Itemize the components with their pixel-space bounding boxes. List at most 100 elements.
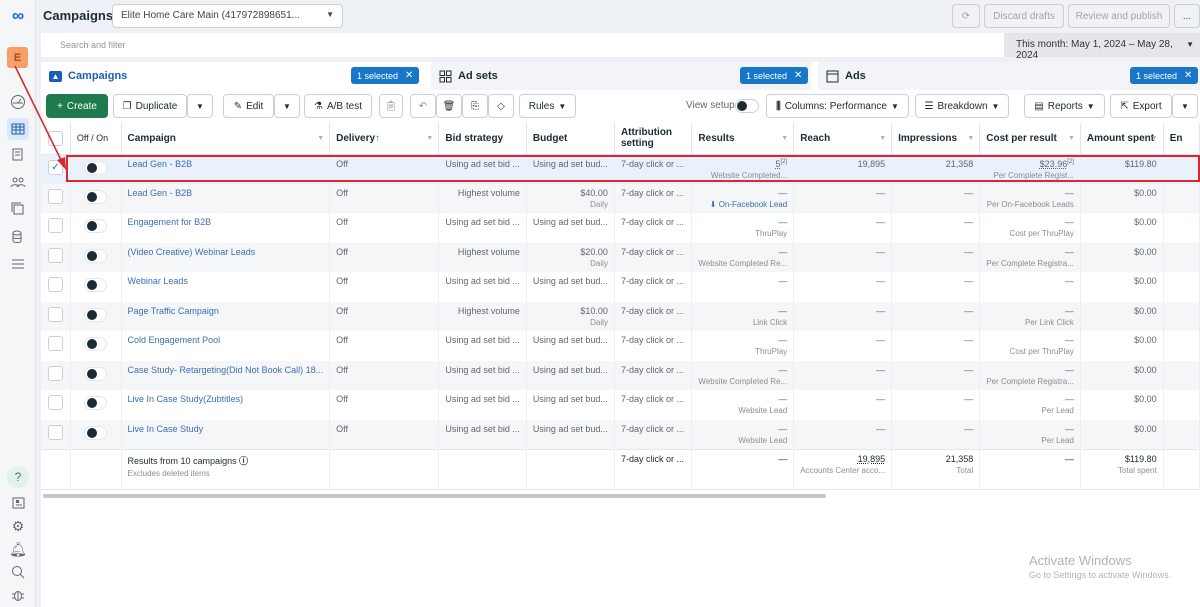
row-checkbox[interactable] [47,188,63,204]
header-amount-spent[interactable]: Amount spent ▼ [1080,123,1164,155]
campaign-toggle[interactable] [84,425,108,440]
on-off-cell[interactable] [70,213,122,243]
header-ends[interactable]: En [1163,123,1200,155]
edit-dropdown-button[interactable]: ▼ [274,94,300,118]
campaign-toggle[interactable] [84,189,108,204]
settings-gear-icon[interactable]: ⚙ [7,515,29,537]
on-off-cell[interactable] [70,154,122,184]
campaign-name-cell[interactable]: Webinar Leads [121,272,331,302]
account-avatar[interactable]: E [7,47,28,68]
campaign-name-cell[interactable]: Lead Gen - B2B [121,154,331,184]
notifications-bell-icon[interactable]: 🔔︎ [7,538,29,560]
creative-library-icon[interactable] [7,198,29,220]
campaign-name-cell[interactable]: (Video Creative) Webinar Leads [121,242,331,272]
news-icon[interactable] [7,492,29,514]
undo-button[interactable]: ↶ [410,94,436,118]
table-row[interactable]: Cold Engagement Pool Off Using ad set bid … [41,331,1200,361]
sort-icon[interactable]: ▼ [1151,135,1158,142]
table-row[interactable]: Engagement for B2B Off Using ad set bid ..… [41,213,1200,243]
search-filter-input[interactable]: Search and filter [41,33,1004,57]
row-checkbox[interactable] [47,336,63,351]
table-row[interactable]: Live In Case Study(Zubtitles) Off Using ad… [41,390,1200,420]
table-row[interactable]: Webinar Leads Off Using ad set bid ... Usin… [41,272,1200,302]
refresh-button[interactable]: ⟳ [952,4,980,28]
discard-drafts-button[interactable]: Discard drafts [984,4,1064,28]
meta-logo-icon[interactable]: ∞ [7,5,29,27]
campaign-name-cell[interactable]: Page Traffic Campaign [121,301,331,331]
delete-button[interactable]: 🗑︎ [436,94,462,118]
on-off-cell[interactable] [70,183,122,213]
row-checkbox-cell[interactable] [41,360,71,390]
campaign-toggle[interactable] [84,307,108,322]
more-options-button[interactable]: ... [1174,4,1200,28]
campaign-name-link[interactable]: Lead Gen - B2B [128,159,193,169]
help-icon[interactable]: ? [7,466,29,488]
on-off-cell[interactable] [70,419,122,449]
tab-ad-sets[interactable]: Ad sets 1 selected ✕ [431,62,811,90]
on-off-cell[interactable] [70,390,122,420]
row-checkbox-cell[interactable] [41,331,71,361]
campaign-name-link[interactable]: Page Traffic Campaign [128,306,219,316]
audiences-icon[interactable] [7,171,29,193]
campaign-toggle[interactable] [84,278,108,292]
report-bug-icon[interactable] [7,584,29,606]
date-range-picker[interactable]: This month: May 1, 2024 – May 28, 2024 ▼ [1004,33,1200,61]
table-row[interactable]: (Video Creative) Webinar Leads Off Highest… [41,242,1200,272]
menu-icon[interactable] [7,253,29,275]
edit-button[interactable]: ✎ Edit [223,94,274,118]
on-off-cell[interactable] [70,331,122,361]
row-checkbox[interactable] [47,365,63,381]
row-checkbox-cell[interactable] [41,213,71,243]
info-icon[interactable]: ⓘ [239,456,248,466]
clear-selection-icon[interactable]: ✕ [1184,70,1192,81]
row-checkbox-cell[interactable] [41,272,71,302]
table-row[interactable]: Case Study- Retargeting(Did Not Book Cal… [41,360,1200,390]
sort-icon[interactable]: ▼ [967,135,974,142]
on-off-cell[interactable] [70,360,122,390]
header-delivery[interactable]: Delivery↑ ▼ [329,123,440,155]
columns-button[interactable]: ⫼ Columns: Performance ▼ [766,94,909,118]
ad-account-select[interactable]: Elite Home Care Main (417972898651... ▼ [112,4,343,28]
header-bid-strategy[interactable]: Bid strategy [438,123,527,155]
campaign-toggle[interactable] [84,366,108,381]
ads-manager-table-icon[interactable] [7,118,29,140]
sort-icon[interactable]: ▼ [879,135,886,142]
header-reach[interactable]: Reach ▼ [793,123,893,155]
table-row[interactable]: ✓ Lead Gen - B2B Off Using ad set bid ... Us… [41,154,1200,184]
header-budget[interactable]: Budget [526,123,615,155]
tab-ads[interactable]: Ads 1 selected ✕ [818,62,1200,90]
row-checkbox-cell[interactable] [41,183,71,213]
tab-campaigns[interactable]: Campaigns 1 selected ✕ [41,62,426,90]
duplicate-button[interactable]: ❐ Duplicate [113,94,187,118]
table-row[interactable]: Lead Gen - B2B Off Highest volume $40.00 Dai… [41,183,1200,213]
row-checkbox-cell[interactable] [41,390,71,420]
reports-button[interactable]: ▤ Reports ▼ [1024,94,1105,118]
campaign-name-cell[interactable]: Cold Engagement Pool [121,331,331,361]
view-setup-toggle[interactable] [735,99,759,113]
preview-button[interactable]: ⎘ [462,94,488,118]
paste-button[interactable]: 📋︎ [379,94,403,118]
campaign-toggle[interactable] [84,160,108,175]
pages-icon[interactable] [7,144,29,166]
row-checkbox[interactable] [47,218,63,233]
selection-badge[interactable]: 1 selected ✕ [740,67,809,84]
row-checkbox-cell[interactable] [41,419,71,449]
campaign-toggle[interactable] [84,396,108,410]
tag-button[interactable]: ◇ [488,94,514,118]
clear-selection-icon[interactable]: ✕ [794,70,802,81]
table-row[interactable]: Page Traffic Campaign Off Highest volume $1… [41,301,1200,331]
sort-icon[interactable]: ▼ [317,135,324,142]
campaign-name-link[interactable]: Live In Case Study(Zubtitles) [128,394,244,404]
sort-icon[interactable]: ▼ [781,135,788,142]
row-checkbox[interactable] [47,395,63,410]
header-on-off[interactable]: Off / On [70,123,122,155]
table-row[interactable]: Live In Case Study Off Using ad set bid ..… [41,419,1200,449]
row-checkbox[interactable] [47,424,63,440]
select-all-header[interactable] [41,123,71,155]
dashboard-gauge-icon[interactable] [7,91,29,113]
selection-badge[interactable]: 1 selected ✕ [351,67,420,84]
duplicate-dropdown-button[interactable]: ▼ [187,94,213,118]
campaign-name-link[interactable]: Live In Case Study [128,424,204,434]
on-off-cell[interactable] [70,272,122,302]
sort-icon[interactable]: ▼ [426,135,433,142]
